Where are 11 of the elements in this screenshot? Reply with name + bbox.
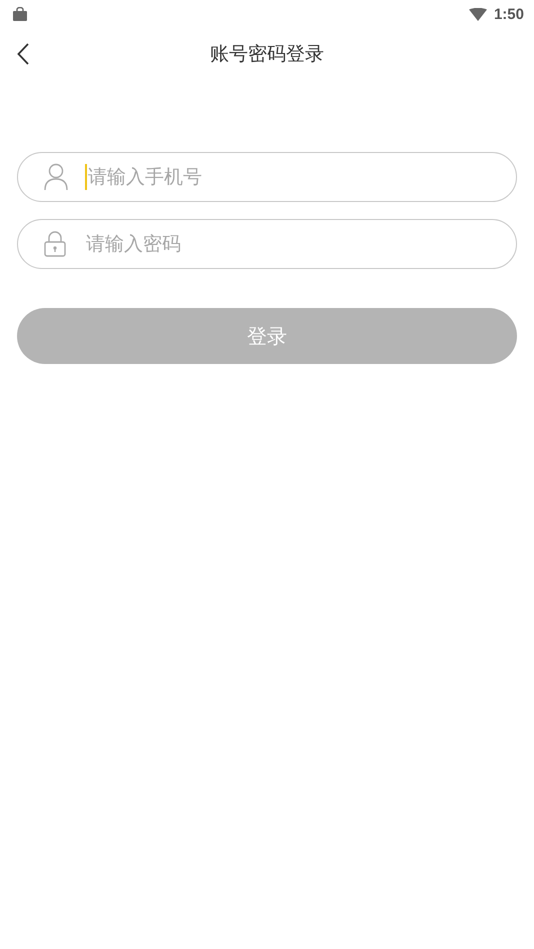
shopping-bag-icon bbox=[12, 7, 28, 21]
phone-field[interactable]: 请输入手机号 bbox=[17, 152, 517, 202]
password-input[interactable]: 请输入密码 bbox=[83, 231, 516, 257]
lock-icon bbox=[44, 231, 66, 257]
password-field[interactable]: 请输入密码 bbox=[17, 219, 517, 269]
page-title: 账号密码登录 bbox=[210, 42, 324, 67]
phone-input[interactable]: 请输入手机号 bbox=[85, 164, 516, 190]
user-icon bbox=[44, 163, 68, 191]
status-time: 1:50 bbox=[494, 6, 524, 22]
wifi-icon bbox=[468, 8, 487, 20]
back-icon[interactable] bbox=[17, 43, 29, 65]
